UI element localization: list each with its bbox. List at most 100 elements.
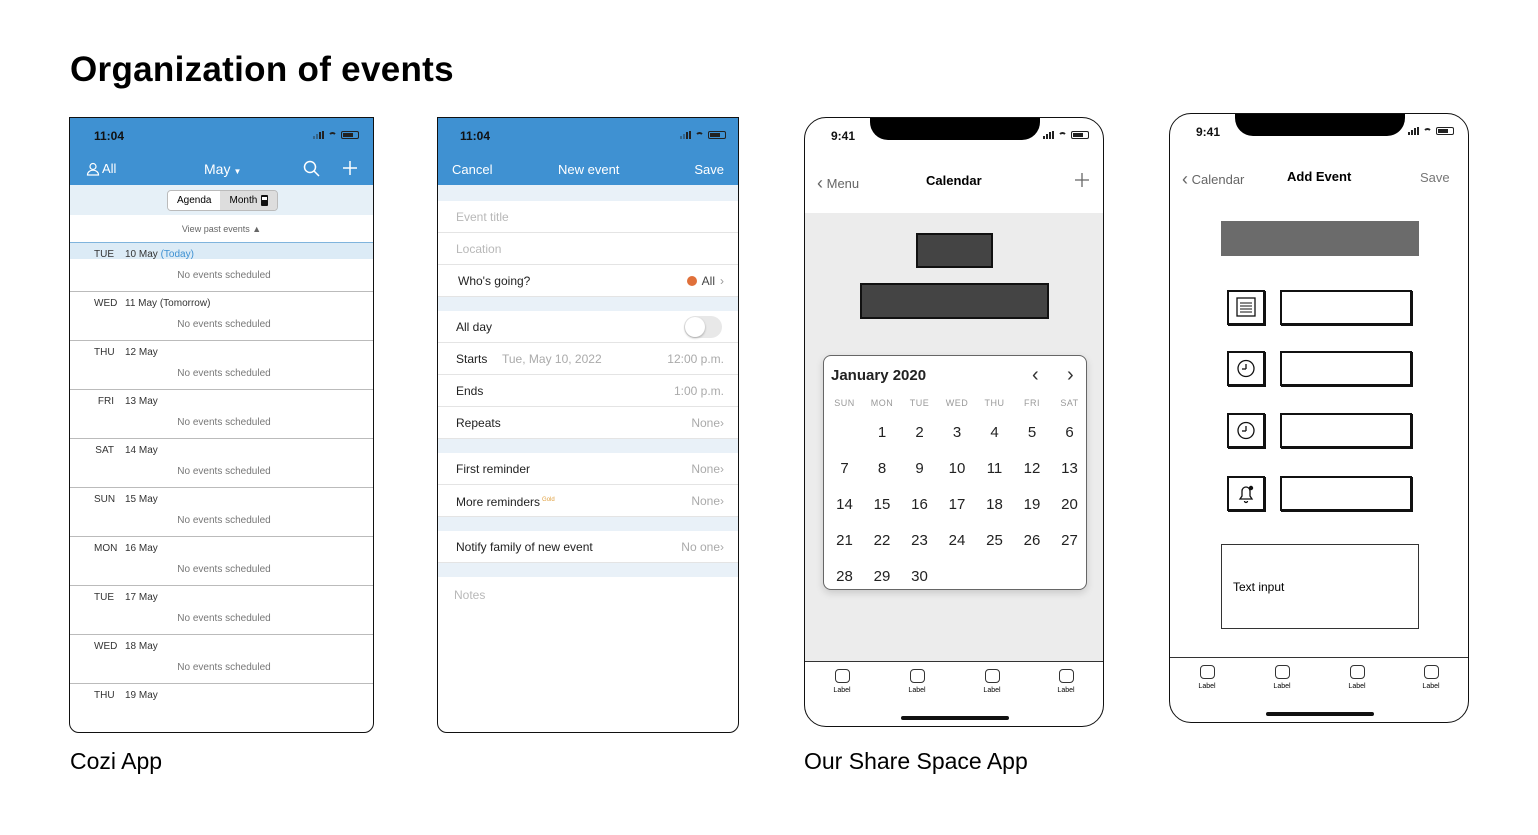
all-day-toggle[interactable] [684,316,722,338]
calendar-day[interactable]: 18 [976,496,1013,513]
calendar-day[interactable]: 5 [1014,424,1051,441]
person-icon [86,162,100,176]
status-icons [313,131,359,139]
day-date: 19 May [125,690,158,701]
calendar-day[interactable]: 11 [976,460,1013,477]
month-tab[interactable]: Month [220,191,278,210]
reminder-field[interactable] [1280,476,1412,511]
back-menu-button[interactable]: ‹ Menu [817,172,859,193]
calendar-day[interactable]: 8 [864,460,901,477]
tab-item[interactable]: Label [1337,665,1377,690]
calendar-day[interactable]: 15 [864,496,901,513]
calendar-day[interactable]: 7 [826,460,863,477]
calendar-day[interactable]: 24 [939,532,976,549]
chevron-right-icon: › [720,540,724,554]
tab-item[interactable]: Label [897,669,937,694]
calendar-day[interactable]: 23 [901,532,938,549]
month-selector[interactable]: May ▼ [204,161,241,177]
calendar-day[interactable]: 17 [939,496,976,513]
ends-row[interactable]: Ends 1:00 p.m. [438,375,738,407]
more-reminders-row[interactable]: More reminders Gold None› [438,485,738,517]
calendar-day[interactable]: 20 [1051,496,1088,513]
day-name: SAT [95,445,114,456]
calendar-day[interactable]: 21 [826,532,863,549]
starts-label: Starts [456,352,488,366]
tab-label: Label [1348,683,1366,690]
cancel-button[interactable]: Cancel [452,162,492,177]
location-field[interactable]: Location [438,233,738,265]
start-time-field[interactable] [1280,351,1412,386]
notify-row[interactable]: Notify family of new event No one› [438,531,738,563]
calendar-day[interactable]: 6 [1051,424,1088,441]
day-name: TUE [94,592,114,603]
day-row[interactable]: THU 19 May [70,683,373,732]
first-reminder-row[interactable]: First reminder None› [438,453,738,485]
calendar-day[interactable]: 9 [901,460,938,477]
tab-item[interactable]: Label [1187,665,1227,690]
day-date: 11 May (Tomorrow) [125,298,211,309]
no-events-text: No events scheduled [177,564,271,575]
day-name: WED [94,298,118,309]
event-name-field[interactable] [1280,290,1412,325]
day-row[interactable]: THU 12 May No events scheduled [70,340,373,389]
save-button[interactable]: Save [1420,170,1450,185]
starts-date: Tue, May 10, 2022 [502,352,602,366]
day-row[interactable]: SUN 15 May No events scheduled [70,487,373,536]
day-row[interactable]: MON 16 May No events scheduled [70,536,373,585]
calendar-day[interactable]: 19 [1014,496,1051,513]
no-events-text: No events scheduled [177,662,271,673]
calendar-day[interactable]: 25 [976,532,1013,549]
day-row[interactable]: SAT 14 May No events scheduled [70,438,373,487]
calendar-day[interactable]: 2 [901,424,938,441]
tab-item[interactable]: Label [1262,665,1302,690]
status-icons [1408,127,1454,135]
event-title-field[interactable]: Event title [438,201,738,233]
group-separator [438,517,738,531]
member-dot-icon [686,276,697,286]
agenda-tab[interactable]: Agenda [168,191,221,210]
repeats-row[interactable]: Repeats None› [438,407,738,439]
day-row[interactable]: WED 18 May No events scheduled [70,634,373,683]
calendar-day[interactable]: 29 [864,568,901,585]
tab-item[interactable]: Label [1411,665,1451,690]
day-date: 13 May [125,396,158,407]
search-icon[interactable] [303,160,320,177]
starts-row[interactable]: Starts Tue, May 10, 2022 12:00 p.m. [438,343,738,375]
calendar-day[interactable]: 1 [864,424,901,441]
save-button[interactable]: Save [694,162,724,177]
whos-going-row[interactable]: Who's going? All › [438,265,738,297]
weekday-header: SUN [834,398,855,408]
calendar-day[interactable]: 14 [826,496,863,513]
next-month-icon[interactable]: › [1067,364,1074,387]
tab-item[interactable]: Label [1046,669,1086,694]
tab-item[interactable]: Label [972,669,1012,694]
status-time: 11:04 [94,129,125,143]
calendar-day[interactable]: 10 [939,460,976,477]
add-icon[interactable] [342,160,358,176]
prev-month-icon[interactable]: ‹ [1032,364,1039,387]
day-row[interactable]: WED 11 May (Tomorrow) No events scheduled [70,291,373,340]
no-events-text: No events scheduled [177,417,271,428]
calendar-day[interactable]: 3 [939,424,976,441]
calendar-day[interactable]: 13 [1051,460,1088,477]
view-past-events-link[interactable]: View past events ▲ [70,224,373,234]
day-row[interactable]: TUE 10 May (Today) No events scheduled [70,242,373,291]
notes-field[interactable]: Notes [454,588,485,602]
calendar-day[interactable]: 28 [826,568,863,585]
calendar-day[interactable]: 26 [1014,532,1051,549]
calendar-day[interactable]: 27 [1051,532,1088,549]
notes-text-input[interactable]: Text input [1221,544,1419,629]
tab-item[interactable]: Label [822,669,862,694]
calendar-day[interactable]: 30 [901,568,938,585]
calendar-day[interactable]: 4 [976,424,1013,441]
back-calendar-button[interactable]: ‹ Calendar [1182,168,1244,189]
add-icon[interactable] [1075,173,1089,187]
calendar-day[interactable]: 22 [864,532,901,549]
calendar-day[interactable]: 12 [1014,460,1051,477]
end-time-field[interactable] [1280,413,1412,448]
day-row[interactable]: FRI 13 May No events scheduled [70,389,373,438]
all-filter-button[interactable]: All [86,161,116,176]
day-row[interactable]: TUE 17 May No events scheduled [70,585,373,634]
calendar-day[interactable]: 16 [901,496,938,513]
month-label: May [204,161,231,177]
